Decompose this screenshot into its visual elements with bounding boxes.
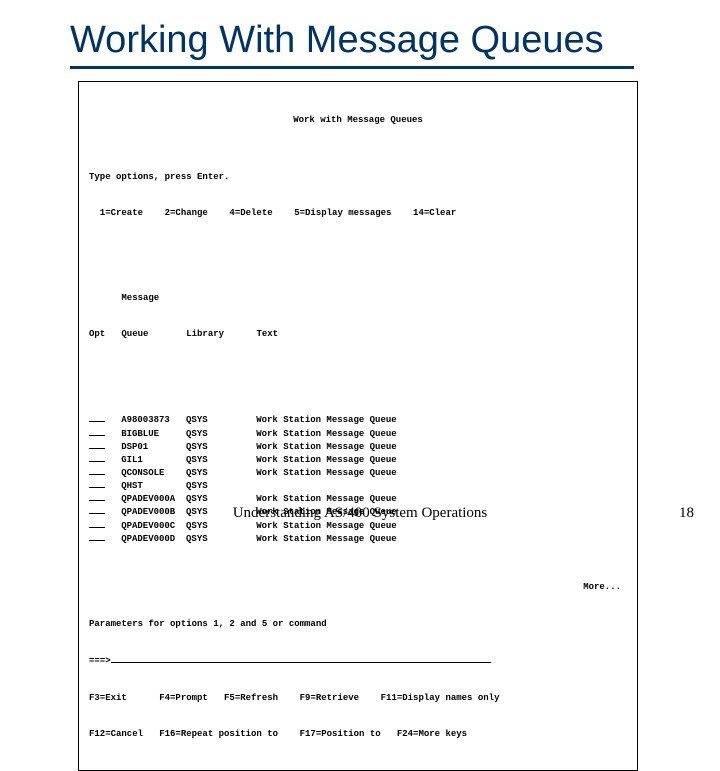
fkeys-line-1: F3=Exit F4=Prompt F5=Refresh F9=Retrieve… [89,692,627,704]
col-opt-header: Opt [89,329,105,339]
row-text: QPADEV000C QSYS Work Station Message Que… [105,521,397,531]
table-row: QPADEV000A QSYS Work Station Message Que… [89,492,627,505]
col-library-header: Library [186,329,224,339]
slide-title: Working With Message Queues [70,20,670,62]
terminal-panel: Work with Message Queues Type options, p… [78,81,638,771]
command-prompt: ===> [89,656,111,666]
table-row: A98003873 QSYS Work Station Message Queu… [89,413,627,426]
row-text: QHST QSYS [105,481,256,491]
option-input[interactable] [89,479,105,488]
table-row: BIGBLUE QSYS Work Station Message Queue [89,427,627,440]
command-input[interactable] [111,654,491,663]
table-row: DSP01 QSYS Work Station Message Queue [89,440,627,453]
row-text: DSP01 QSYS Work Station Message Queue [105,442,397,452]
col-queue-header2: Queue [121,329,148,339]
table-row: QPADEV000D QSYS Work Station Message Que… [89,532,627,545]
row-text: QPADEV000D QSYS Work Station Message Que… [105,534,397,544]
option-input[interactable] [89,532,105,541]
fkeys-line-2: F12=Cancel F16=Repeat position to F17=Po… [89,728,627,740]
option-input[interactable] [89,466,105,475]
title-underline [70,66,634,69]
table-row: GIL1 QSYS Work Station Message Queue [89,453,627,466]
row-text: QPADEV000A QSYS Work Station Message Que… [105,494,397,504]
col-queue-header1: Message [121,293,159,303]
table-body: A98003873 QSYS Work Station Message Queu… [89,413,627,544]
command-line[interactable]: ===> [89,654,627,667]
option-input[interactable] [89,427,105,436]
param-line: Parameters for options 1, 2 and 5 or com… [89,618,627,630]
option-input[interactable] [89,492,105,501]
row-text: BIGBLUE QSYS Work Station Message Queue [105,429,397,439]
row-text: A98003873 QSYS Work Station Message Queu… [105,415,397,425]
page-number: 18 [679,505,694,522]
row-text: QCONSOLE QSYS Work Station Message Queue [105,468,397,478]
col-text-header: Text [256,329,278,339]
option-input[interactable] [89,440,105,449]
column-header-line2: Opt Queue Library Text [89,328,627,340]
option-input[interactable] [89,413,105,422]
more-indicator: More... [89,581,627,593]
column-header-line1: Message [89,292,627,304]
footer-caption: Understanding AS/400 System Operations [0,505,720,522]
option-input[interactable] [89,453,105,462]
table-row: QHST QSYS [89,479,627,492]
terminal-title: Work with Message Queues [89,114,627,126]
row-text: GIL1 QSYS Work Station Message Queue [105,455,397,465]
table-row: QCONSOLE QSYS Work Station Message Queue [89,466,627,479]
options-line: 1=Create 2=Change 4=Delete 5=Display mes… [89,207,627,219]
instruction-line: Type options, press Enter. [89,171,627,183]
